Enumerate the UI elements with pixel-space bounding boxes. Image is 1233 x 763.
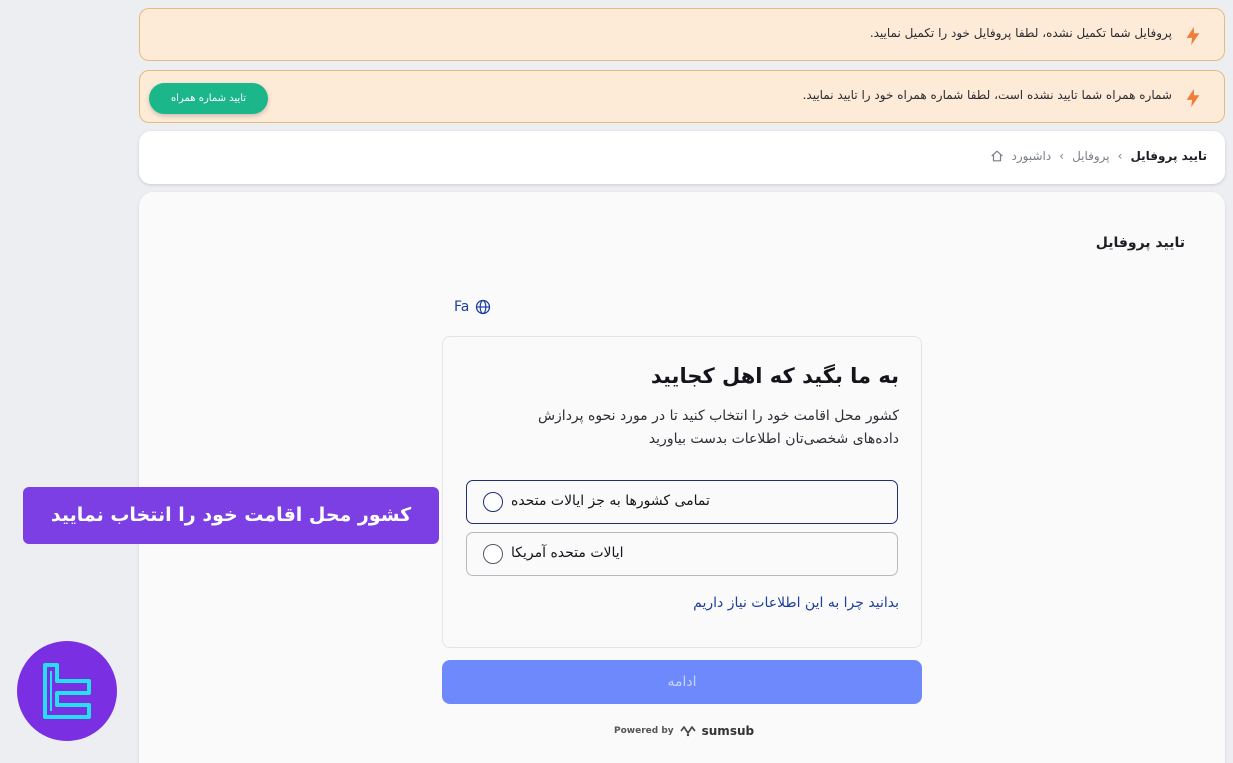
residence-card: به ما بگید که اهل کجایید کشور محل اقامت … — [442, 336, 922, 648]
option-united-states[interactable]: ایالات متحده آمریکا — [466, 532, 898, 576]
phone-unverified-alert: شماره همراه شما تایید نشده است، لطفا شما… — [139, 70, 1225, 123]
breadcrumb-separator: › — [1117, 149, 1123, 163]
powered-by-sumsub: Powered by sumsub — [614, 724, 754, 738]
why-we-need-info-link[interactable]: بدانید چرا به این اطلاعات نیاز داریم — [693, 595, 899, 611]
option-all-countries-except-us[interactable]: تمامی کشورها به جز ایالات متحده — [466, 480, 898, 524]
page-title: تایید پروفایل — [1095, 235, 1185, 251]
sumsub-name: sumsub — [701, 724, 755, 738]
sumsub-logo-icon — [679, 726, 696, 737]
card-heading: به ما بگید که اهل کجایید — [650, 364, 899, 388]
globe-icon — [476, 299, 491, 315]
card-description: کشور محل اقامت خود را انتخاب کنید تا در … — [537, 408, 899, 447]
option-label: ایالات متحده آمریکا — [511, 545, 624, 561]
instruction-banner: کشور محل اقامت خود را انتخاب نمایید — [23, 487, 439, 544]
bolt-icon — [1186, 26, 1200, 46]
radio-button[interactable] — [483, 544, 503, 564]
option-label: تمامی کشورها به جز ایالات متحده — [511, 493, 710, 509]
main-panel: تایید پروفایل Fa به ما بگید که اهل کجایی… — [139, 192, 1225, 763]
radio-button[interactable] — [483, 492, 503, 512]
brand-logo — [17, 641, 117, 741]
breadcrumb-dashboard[interactable]: داشبورد — [1012, 149, 1052, 163]
continue-button[interactable]: ادامه — [442, 660, 922, 704]
alert-message: شماره همراه شما تایید نشده است، لطفا شما… — [802, 88, 1172, 102]
language-label: Fa — [454, 299, 470, 315]
brand-logo-icon — [43, 663, 91, 719]
bolt-icon — [1186, 88, 1200, 108]
alert-message: پروفایل شما تکمیل نشده، لطفا پروفایل خود… — [869, 26, 1172, 40]
breadcrumb-separator: › — [1059, 149, 1065, 163]
profile-incomplete-alert: پروفایل شما تکمیل نشده، لطفا پروفایل خود… — [139, 8, 1225, 61]
breadcrumb-current: تایید پروفایل — [1130, 149, 1207, 163]
home-icon[interactable] — [990, 149, 1004, 163]
language-selector[interactable]: Fa — [454, 299, 491, 315]
powered-by-text: Powered by — [614, 726, 674, 736]
breadcrumb: داشبورد › پروفایل › تایید پروفایل — [139, 131, 1225, 184]
breadcrumb-profile[interactable]: پروفایل — [1072, 149, 1110, 163]
verify-phone-button[interactable]: تایید شماره همراه — [149, 83, 268, 114]
